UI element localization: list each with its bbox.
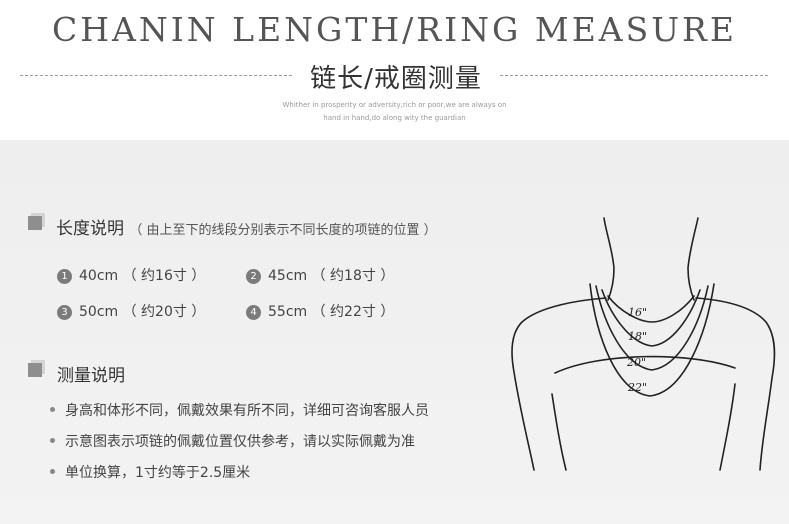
label-20: 20": [626, 356, 646, 369]
necklace-16-line: [607, 295, 695, 323]
necklace-18-line: [601, 289, 701, 347]
neck-right-line: [687, 217, 699, 301]
label-18: 18": [628, 330, 647, 343]
label-16: 16": [628, 306, 647, 319]
necklace-diagram: 16" 18" 20" 22": [511, 217, 776, 471]
right-body-line: [719, 383, 736, 471]
neck-left-line: [603, 217, 615, 301]
label-22: 22": [627, 381, 647, 394]
left-body-line: [551, 393, 567, 471]
left-shoulder-line: [511, 297, 607, 471]
